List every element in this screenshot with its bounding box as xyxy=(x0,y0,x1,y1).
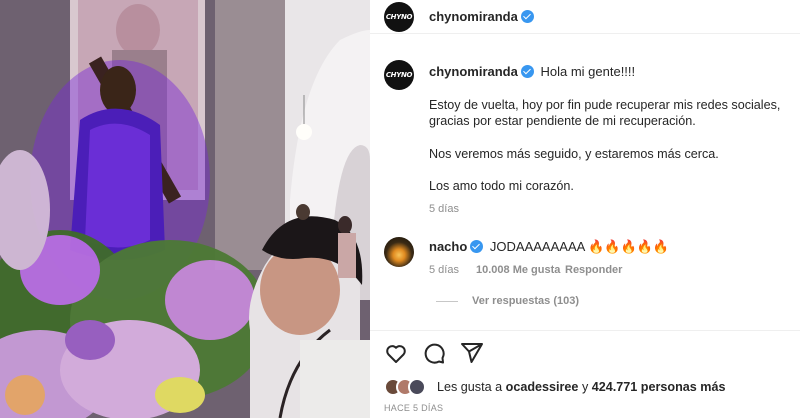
caption-line: Los amo todo mi corazón. xyxy=(429,179,574,193)
caption-avatar[interactable]: CHYNO xyxy=(384,60,414,90)
heart-icon[interactable] xyxy=(384,341,408,365)
comment-header: nacho JODAAAAAAAA 🔥🔥🔥🔥🔥 xyxy=(429,239,669,255)
caption-username[interactable]: chynomiranda xyxy=(429,64,518,79)
post-header: CHYNO chynomiranda xyxy=(370,0,800,34)
author-avatar[interactable]: CHYNO xyxy=(384,2,414,32)
replies-divider xyxy=(436,301,458,302)
post-photo-illustration xyxy=(0,0,370,418)
verified-badge-icon xyxy=(520,65,534,78)
post-actions xyxy=(370,330,800,370)
likes-count[interactable]: 424.771 personas más xyxy=(592,380,726,394)
view-replies-link[interactable]: Ver respuestas (103) xyxy=(472,295,579,307)
comment-timestamp[interactable]: 5 días xyxy=(429,264,459,276)
caption-line: gracias por estar pendiente de mi recupe… xyxy=(429,114,696,128)
verified-badge-icon xyxy=(470,240,484,253)
caption-line: Nos veremos más seguido, y estaremos más… xyxy=(429,147,719,161)
comment-text: JODAAAAAAAA 🔥🔥🔥🔥🔥 xyxy=(489,239,670,254)
comment-icon[interactable] xyxy=(422,341,446,365)
caption-greeting: Hola mi gente!!!! xyxy=(540,64,636,79)
author-username[interactable]: chynomiranda xyxy=(429,9,534,24)
post-timestamp[interactable]: HACE 5 DÍAS xyxy=(384,403,443,413)
reply-button[interactable]: Responder xyxy=(565,264,622,276)
liker-avatar xyxy=(408,378,426,396)
comment-likes[interactable]: 10.008 Me gusta xyxy=(476,264,560,276)
caption-header: chynomiranda Hola mi gente!!!! xyxy=(429,64,635,79)
verified-badge-icon xyxy=(520,10,534,23)
comment-username[interactable]: nacho xyxy=(429,239,467,254)
liker-username[interactable]: ocadessiree xyxy=(506,380,579,394)
caption-timestamp[interactable]: 5 días xyxy=(429,203,459,215)
commenter-avatar[interactable] xyxy=(384,237,414,267)
share-icon[interactable] xyxy=(460,341,484,365)
likes-text[interactable]: Les gusta a ocadessiree y 424.771 person… xyxy=(437,380,725,394)
post-image[interactable] xyxy=(0,0,370,418)
post-details-panel: CHYNO chynomiranda CHYNO chynomiranda Ho… xyxy=(370,0,800,418)
